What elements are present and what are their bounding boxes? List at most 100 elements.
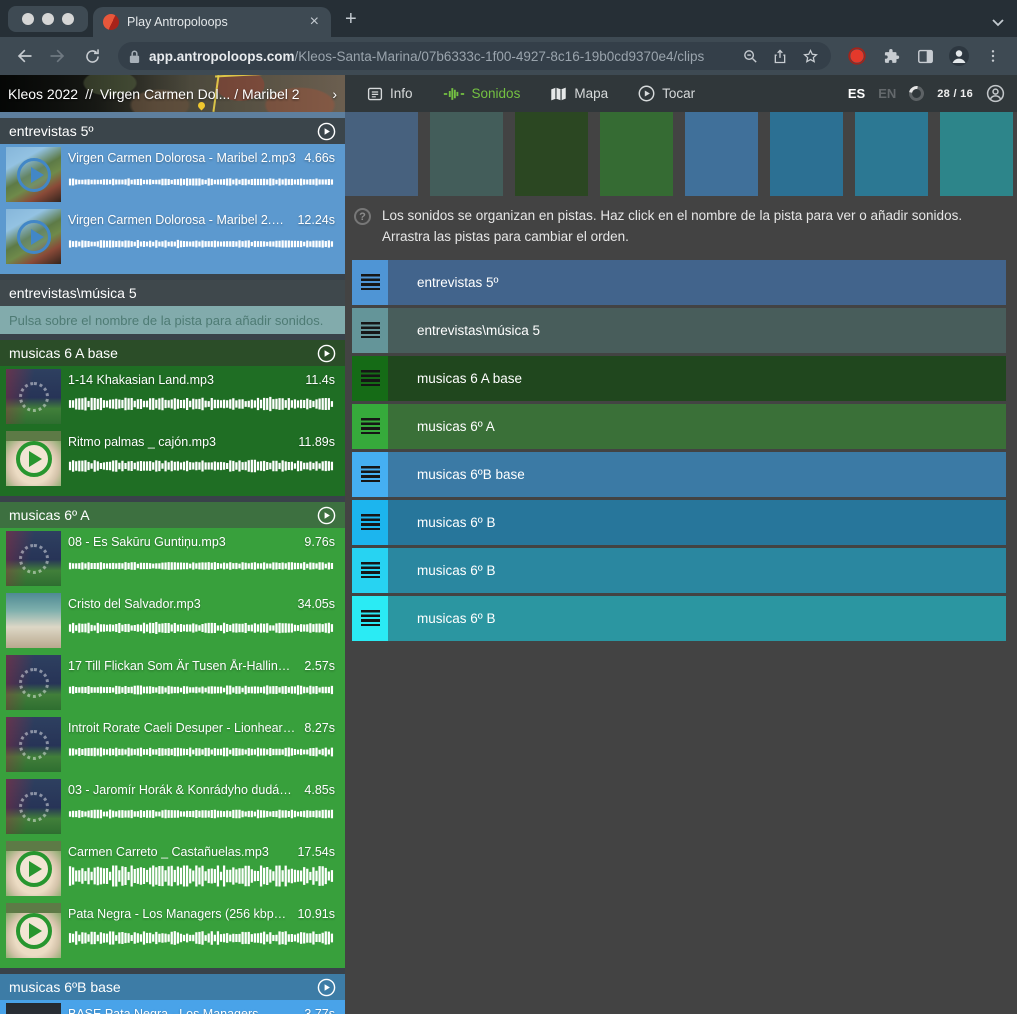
track-section-header[interactable]: entrevistas\música 5 [0,280,345,306]
section-title[interactable]: entrevistas\música 5 [9,285,336,301]
back-icon[interactable] [10,42,38,70]
track-row[interactable]: musicas 6 A base [352,356,1006,401]
account-icon[interactable] [986,84,1005,103]
clip-row[interactable]: Cristo del Salvador.mp334.05s [0,590,345,652]
section-title[interactable]: musicas 6ºB base [9,979,317,995]
track-section-header[interactable]: entrevistas 5º [0,118,345,144]
record-indicator-icon[interactable] [843,42,871,70]
tab-search-chevron-icon[interactable] [991,18,1005,27]
track-color-swatch[interactable] [685,112,758,196]
profile-avatar[interactable] [945,42,973,70]
clip-row[interactable]: Pata Negra - Los Managers (256 kbps).mp3… [0,900,345,962]
forward-icon[interactable] [44,42,72,70]
lang-en-button[interactable]: EN [878,86,896,101]
breadcrumb-current[interactable]: Virgen Carmen Dol... / Maribel 2 [100,86,325,102]
track-color-swatch[interactable] [770,112,843,196]
track-name[interactable]: musicas 6º A [417,419,495,434]
drag-handle[interactable] [352,356,388,401]
clip-row[interactable]: Virgen Carmen Dolorosa - Maribel 2.mp312… [0,206,345,268]
track-row[interactable]: musicas 6º B [352,596,1006,641]
track-name[interactable]: musicas 6º B [417,611,495,626]
clip-thumbnail[interactable] [6,655,61,710]
drag-handle[interactable] [352,308,388,353]
lang-es-button[interactable]: ES [848,86,865,101]
clip-row[interactable]: Virgen Carmen Dolorosa - Maribel 2.mp34.… [0,144,345,206]
clip-row[interactable]: 17 Till Flickan Som Är Tusen År-Halling … [0,652,345,714]
track-name[interactable]: entrevistas\música 5 [417,323,540,338]
track-section-header[interactable]: musicas 6º A [0,502,345,528]
drag-handle[interactable] [352,404,388,449]
address-bar[interactable]: app.antropoloops.com/Kleos-Santa-Marina/… [118,42,831,70]
track-color-swatch[interactable] [345,112,418,196]
track-section-header[interactable]: musicas 6 A base [0,340,345,366]
share-icon[interactable] [769,45,791,67]
side-panel-icon[interactable] [911,42,939,70]
clip-thumbnail[interactable] [6,147,61,202]
track-name[interactable]: musicas 6º B [417,563,495,578]
track-name[interactable]: musicas 6º B [417,515,495,530]
tab-info[interactable]: Info [367,86,413,102]
window-minimize-button[interactable] [42,13,54,25]
drag-handle[interactable] [352,500,388,545]
clip-thumbnail[interactable] [6,717,61,772]
track-name[interactable]: musicas 6 A base [417,371,522,386]
bookmark-star-icon[interactable] [799,45,821,67]
track-color-swatch[interactable] [600,112,673,196]
clip-thumbnail[interactable] [6,841,61,896]
track-row[interactable]: entrevistas\música 5 [352,308,1006,353]
clip-thumbnail[interactable] [6,209,61,264]
track-row[interactable]: musicas 6ºB base [352,452,1006,497]
breadcrumb-project[interactable]: Kleos 2022 [8,86,78,102]
browser-tab[interactable]: Play Antropoloops × [93,7,331,37]
new-tab-button[interactable]: + [345,9,357,29]
clip-row[interactable]: Carmen Carreto _ Castañuelas.mp317.54s [0,838,345,900]
breadcrumb[interactable]: Kleos 2022 // Virgen Carmen Dol... / Mar… [0,75,345,112]
clip-thumbnail[interactable] [6,369,61,424]
tab-sonidos[interactable]: Sonidos [443,86,521,102]
drag-handle[interactable] [352,260,388,305]
section-play-button[interactable] [317,978,336,997]
section-title[interactable]: entrevistas 5º [9,123,317,139]
section-title[interactable]: musicas 6º A [9,507,317,523]
drag-handle[interactable] [352,548,388,593]
clip-row[interactable]: Introit Rorate Caeli Desuper - Lionheart… [0,714,345,776]
tab-mapa[interactable]: Mapa [550,86,608,102]
track-color-swatch[interactable] [515,112,588,196]
clip-thumbnail[interactable] [6,431,61,486]
track-name[interactable]: entrevistas 5º [417,275,498,290]
extensions-puzzle-icon[interactable] [877,42,905,70]
track-color-swatch[interactable] [855,112,928,196]
clip-thumbnail[interactable] [6,531,61,586]
section-title[interactable]: musicas 6 A base [9,345,317,361]
menu-kebab-icon[interactable] [979,42,1007,70]
clip-row[interactable]: 1-14 Khakasian Land.mp311.4s [0,366,345,428]
section-play-button[interactable] [317,506,336,525]
section-play-button[interactable] [317,344,336,363]
track-section-header[interactable]: musicas 6ºB base [0,974,345,1000]
section-play-button[interactable] [317,122,336,141]
clip-row[interactable]: 08 - Es Sakūru Guntiņu.mp39.76s [0,528,345,590]
clip-row[interactable]: Ritmo palmas _ cajón.mp311.89s [0,428,345,490]
clip-thumbnail[interactable] [6,903,61,958]
track-color-swatch[interactable] [940,112,1013,196]
url-text[interactable]: app.antropoloops.com/Kleos-Santa-Marina/… [149,49,731,64]
clip-thumbnail[interactable] [6,779,61,834]
clip-thumbnail[interactable] [6,1003,61,1014]
track-row[interactable]: musicas 6º A [352,404,1006,449]
window-zoom-button[interactable] [62,13,74,25]
track-color-swatch[interactable] [430,112,503,196]
window-close-button[interactable] [22,13,34,25]
zoom-level-icon[interactable] [739,45,761,67]
clip-thumbnail[interactable] [6,593,61,648]
clip-row[interactable]: 03 - Jaromír Horák & Konrádyho dudácká .… [0,776,345,838]
reload-icon[interactable] [78,42,106,70]
drag-handle[interactable] [352,596,388,641]
track-row[interactable]: entrevistas 5º [352,260,1006,305]
track-row[interactable]: musicas 6º B [352,548,1006,593]
track-name[interactable]: musicas 6ºB base [417,467,525,482]
clip-row[interactable]: BASE Pata Negra - Los Managers3.77s [0,1000,345,1014]
tab-close-icon[interactable]: × [308,14,321,30]
track-row[interactable]: musicas 6º B [352,500,1006,545]
tab-tocar[interactable]: Tocar [638,85,695,102]
drag-handle[interactable] [352,452,388,497]
